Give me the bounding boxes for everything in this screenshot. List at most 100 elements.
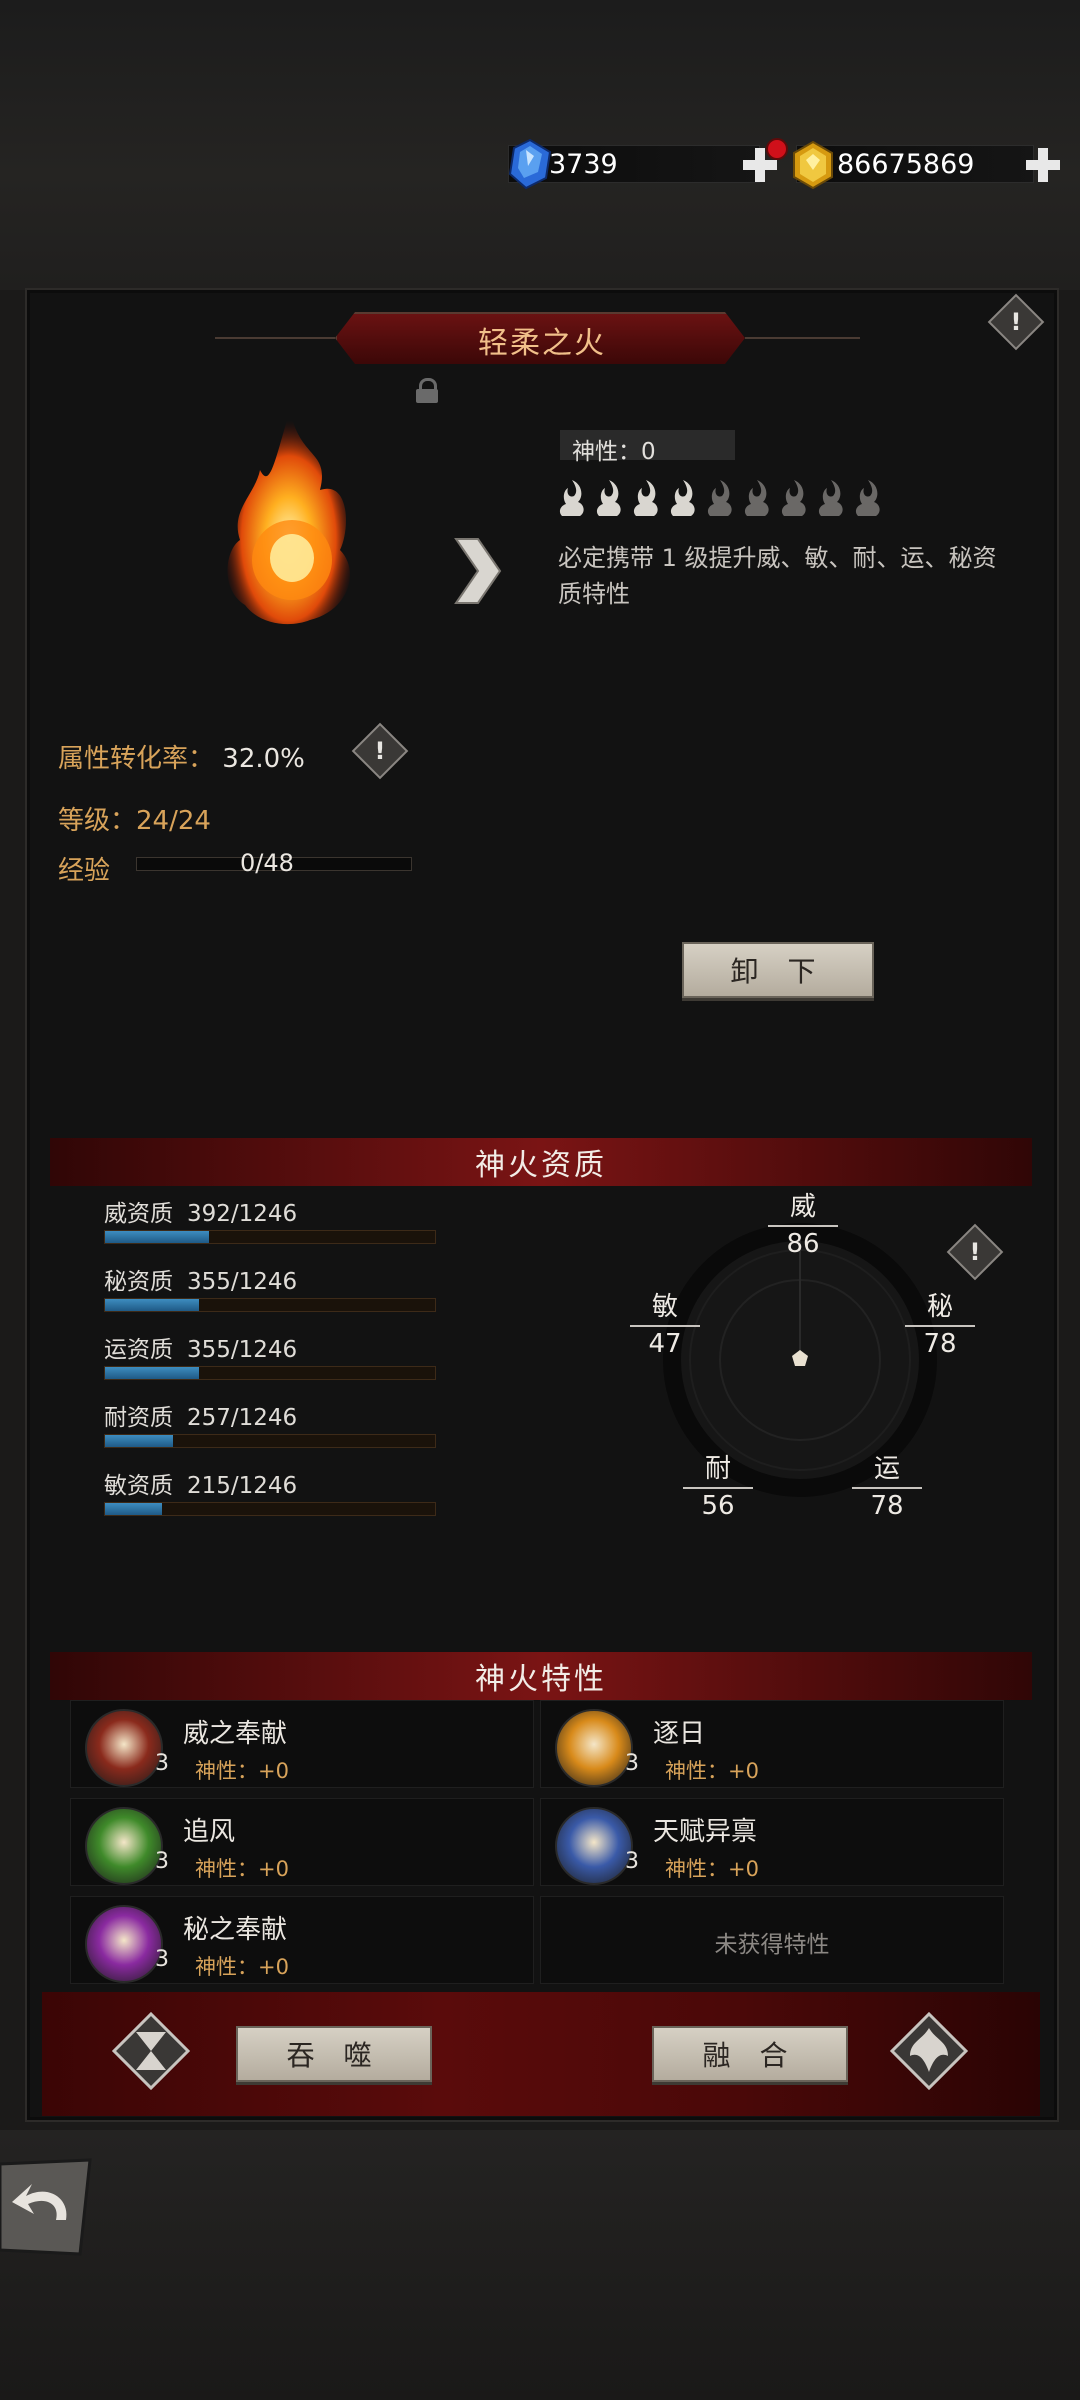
trait-name: 秘之奉献 bbox=[183, 1915, 288, 1945]
arcane-icon bbox=[85, 1905, 163, 1983]
trait-slot-empty: 未获得特性 bbox=[540, 1896, 1004, 1984]
aptitude-value: 392/1246 bbox=[187, 1201, 298, 1227]
trait-name: 威之奉献 bbox=[183, 1719, 288, 1749]
aptitude-bar bbox=[104, 1298, 436, 1312]
trait-divinity: 神性：+0 bbox=[665, 1857, 759, 1881]
radar-nai-label: 耐 bbox=[704, 1454, 731, 1484]
aptitude-row: 敏资质 215/1246 bbox=[104, 1466, 436, 1516]
radar-wei-label: 威 bbox=[789, 1192, 816, 1222]
pentagon-crystal-icon bbox=[555, 1807, 633, 1885]
bottom-background bbox=[0, 2130, 1080, 2400]
trait-name: 逐日 bbox=[653, 1719, 706, 1749]
divinity-pip-empty-icon bbox=[818, 480, 843, 516]
divinity-pip-empty-icon bbox=[707, 480, 732, 516]
chevron-right-icon bbox=[454, 538, 502, 604]
divinity-pip-empty-icon bbox=[781, 480, 806, 516]
aptitude-label: 秘资质 bbox=[104, 1269, 173, 1295]
hourglass-icon[interactable] bbox=[112, 2012, 190, 2090]
trait-cell[interactable]: 3 天赋异禀 神性：+0 bbox=[540, 1798, 1004, 1886]
level-label: 等级：24/24 bbox=[58, 806, 211, 836]
aptitude-row: 运资质 355/1246 bbox=[104, 1330, 436, 1380]
aptitude-label: 敏资质 bbox=[104, 1473, 173, 1499]
fuse-button[interactable]: 融 合 bbox=[652, 2026, 848, 2082]
trait-level: 3 bbox=[155, 1849, 169, 1874]
trait-level: 3 bbox=[625, 1751, 639, 1776]
wind-icon bbox=[85, 1807, 163, 1885]
conversion-label: 属性转化率： bbox=[58, 744, 215, 774]
radar-wei-value: 86 bbox=[786, 1229, 820, 1259]
trait-cell[interactable]: 3 追风神性：+0 bbox=[70, 1798, 534, 1886]
trait-level: 3 bbox=[155, 1751, 169, 1776]
aptitude-row: 耐资质 257/1246 bbox=[104, 1398, 436, 1448]
fan-icon bbox=[85, 1709, 163, 1787]
trait-level: 3 bbox=[155, 1947, 169, 1972]
exclamation-icon: ! bbox=[1010, 308, 1022, 336]
aptitude-bar-fill bbox=[105, 1503, 163, 1515]
lock-icon[interactable] bbox=[416, 378, 438, 403]
divinity-pips bbox=[556, 478, 883, 518]
radar-wei: 威 86 bbox=[768, 1186, 838, 1259]
back-button[interactable] bbox=[0, 2158, 96, 2256]
exclamation-icon: ! bbox=[374, 737, 386, 765]
empty-trait-label: 未获得特性 bbox=[714, 1932, 830, 1958]
devour-button[interactable]: 吞 噬 bbox=[236, 2026, 432, 2082]
aptitude-header: 神火资质 bbox=[50, 1138, 1032, 1186]
conversion-value: 32.0% bbox=[222, 744, 305, 774]
trait-name: 追风 bbox=[183, 1817, 236, 1847]
aptitude-bar-fill bbox=[105, 1299, 200, 1311]
aptitude-bar bbox=[104, 1366, 436, 1380]
aptitude-bar-fill bbox=[105, 1231, 209, 1243]
radar-yun-label: 运 bbox=[873, 1454, 900, 1484]
aptitude-bar-fill bbox=[105, 1435, 173, 1447]
title-decor-left bbox=[215, 337, 335, 339]
radar-mi: 秘 78 bbox=[905, 1286, 975, 1359]
radar-nai: 耐 56 bbox=[683, 1448, 753, 1521]
divinity-pip-filled-icon bbox=[559, 480, 584, 516]
sun-chase-icon bbox=[555, 1709, 633, 1787]
aptitude-row: 威资质 392/1246 bbox=[104, 1194, 436, 1244]
aptitude-value: 257/1246 bbox=[187, 1405, 298, 1431]
trait-divinity: 神性：+0 bbox=[195, 1955, 289, 1979]
traits-header: 神火特性 bbox=[50, 1652, 1032, 1700]
trait-cell[interactable]: 3 威之奉献神性：+0 bbox=[70, 1700, 534, 1788]
trait-divinity: 神性：+0 bbox=[195, 1759, 289, 1783]
radar-mi-value: 78 bbox=[923, 1329, 957, 1359]
fire-name-plate: 轻柔之火 bbox=[335, 312, 745, 364]
radar-yun-value: 78 bbox=[870, 1491, 904, 1521]
divinity-pip-empty-icon bbox=[855, 480, 880, 516]
divinity-pip-empty-icon bbox=[744, 480, 769, 516]
fire-orb-icon bbox=[227, 410, 350, 625]
title-decor-right bbox=[745, 337, 860, 339]
aptitude-bar bbox=[104, 1434, 436, 1448]
trait-name: 天赋异禀 bbox=[653, 1817, 758, 1847]
trait-cell[interactable]: 3 秘之奉献神性：+0 bbox=[70, 1896, 534, 1984]
radar-mi-label: 秘 bbox=[926, 1292, 953, 1322]
aptitude-label: 运资质 bbox=[104, 1337, 173, 1363]
aptitude-value: 355/1246 bbox=[187, 1269, 298, 1295]
aptitude-value: 355/1246 bbox=[187, 1337, 298, 1363]
notification-dot bbox=[766, 138, 788, 160]
trait-divinity: 神性：+0 bbox=[195, 1857, 289, 1881]
divinity-label: 神性：0 bbox=[572, 439, 656, 465]
radar-min-value: 47 bbox=[648, 1329, 682, 1359]
aptitude-bar bbox=[104, 1230, 436, 1244]
trait-divinity: 神性：+0 bbox=[665, 1759, 759, 1783]
divinity-pip-filled-icon bbox=[633, 480, 658, 516]
fusion-icon[interactable] bbox=[890, 2012, 968, 2090]
add-gold-button[interactable] bbox=[1026, 148, 1060, 182]
radar-nai-value: 56 bbox=[701, 1491, 735, 1521]
aptitude-label: 威资质 bbox=[104, 1201, 173, 1227]
aptitude-row: 秘资质 355/1246 bbox=[104, 1262, 436, 1312]
gold-crystal-icon bbox=[793, 140, 833, 190]
conversion-rate-row: 属性转化率： 32.0% bbox=[58, 738, 305, 775]
aptitude-bar bbox=[104, 1502, 436, 1516]
divinity-pip-filled-icon bbox=[670, 480, 695, 516]
divinity-pip-filled-icon bbox=[596, 480, 621, 516]
exclamation-icon: ! bbox=[969, 1238, 981, 1266]
radar-min-label: 敏 bbox=[651, 1292, 678, 1322]
exp-label: 经验 bbox=[58, 856, 111, 886]
trait-cell[interactable]: 3 逐日神性：+0 bbox=[540, 1700, 1004, 1788]
unequip-button[interactable]: 卸 下 bbox=[682, 942, 874, 998]
fire-name: 轻柔之火 bbox=[478, 326, 606, 361]
blue-gem-icon bbox=[508, 138, 552, 190]
